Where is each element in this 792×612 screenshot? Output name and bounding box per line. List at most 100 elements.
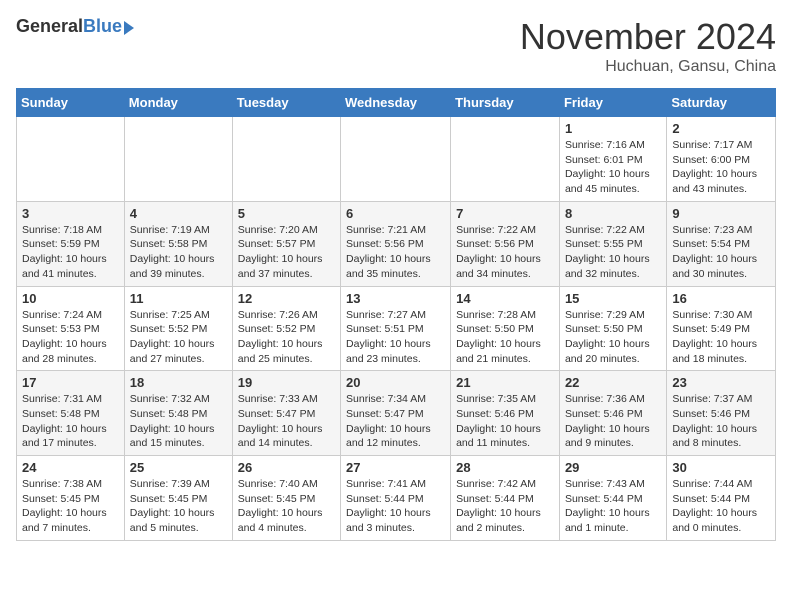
- day-number: 24: [22, 460, 119, 475]
- column-header-friday: Friday: [559, 89, 666, 117]
- calendar-cell: 9 Sunrise: 7:23 AM Sunset: 5:54 PM Daylig…: [667, 201, 776, 286]
- day-info: Sunrise: 7:32 AM Sunset: 5:48 PM Dayligh…: [130, 392, 227, 451]
- calendar-cell: 3Sunrise: 7:18 AM Sunset: 5:59 PM Daylig…: [17, 201, 125, 286]
- day-info: Sunrise: 7:37 AM Sunset: 5:46 PM Dayligh…: [672, 392, 770, 451]
- calendar-body: 1 Sunrise: 7:16 AM Sunset: 6:01 PM Daylig…: [17, 117, 776, 541]
- day-number: 18: [130, 375, 227, 390]
- day-info: Sunrise: 7:22 AM Sunset: 5:56 PM Dayligh…: [456, 223, 554, 282]
- day-number: 25: [130, 460, 227, 475]
- day-info: Sunrise: 7:41 AM Sunset: 5:44 PM Dayligh…: [346, 477, 445, 536]
- day-number: 30: [672, 460, 770, 475]
- location-subtitle: Huchuan, Gansu, China: [520, 58, 776, 76]
- logo: General Blue: [16, 16, 134, 37]
- calendar-cell: 24Sunrise: 7:38 AM Sunset: 5:45 PM Dayli…: [17, 456, 125, 541]
- week-row-5: 24Sunrise: 7:38 AM Sunset: 5:45 PM Dayli…: [17, 456, 776, 541]
- day-info: Sunrise: 7:21 AM Sunset: 5:56 PM Dayligh…: [346, 223, 445, 282]
- day-number: 9: [672, 206, 770, 221]
- calendar-cell: 26 Sunrise: 7:40 AM Sunset: 5:45 PM Dayli…: [232, 456, 340, 541]
- day-info: Sunrise: 7:17 AM Sunset: 6:00 PM Dayligh…: [672, 138, 770, 197]
- day-number: 6: [346, 206, 445, 221]
- day-number: 26: [238, 460, 335, 475]
- logo-arrow-icon: [124, 21, 134, 35]
- column-header-sunday: Sunday: [17, 89, 125, 117]
- day-number: 27: [346, 460, 445, 475]
- calendar-cell: 29 Sunrise: 7:43 AM Sunset: 5:44 PM Dayli…: [559, 456, 666, 541]
- calendar-cell: 25 Sunrise: 7:39 AM Sunset: 5:45 PM Dayli…: [124, 456, 232, 541]
- header-row: SundayMondayTuesdayWednesdayThursdayFrid…: [17, 89, 776, 117]
- week-row-2: 3Sunrise: 7:18 AM Sunset: 5:59 PM Daylig…: [17, 201, 776, 286]
- day-number: 17: [22, 375, 119, 390]
- logo-general-text: General: [16, 16, 83, 37]
- calendar-cell: 19 Sunrise: 7:33 AM Sunset: 5:47 PM Dayli…: [232, 371, 340, 456]
- day-number: 14: [456, 291, 554, 306]
- calendar-cell: [232, 117, 340, 202]
- calendar-cell: 1 Sunrise: 7:16 AM Sunset: 6:01 PM Daylig…: [559, 117, 666, 202]
- month-title: November 2024: [520, 16, 776, 58]
- day-info: Sunrise: 7:20 AM Sunset: 5:57 PM Dayligh…: [238, 223, 335, 282]
- calendar-cell: 28 Sunrise: 7:42 AM Sunset: 5:44 PM Dayli…: [451, 456, 560, 541]
- calendar-cell: 10 Sunrise: 7:24 AM Sunset: 5:53 PM Dayli…: [17, 286, 125, 371]
- column-header-wednesday: Wednesday: [341, 89, 451, 117]
- day-info: Sunrise: 7:29 AM Sunset: 5:50 PM Dayligh…: [565, 308, 661, 367]
- day-info: Sunrise: 7:33 AM Sunset: 5:47 PM Dayligh…: [238, 392, 335, 451]
- title-block: November 2024 Huchuan, Gansu, China: [520, 16, 776, 76]
- calendar-cell: 4 Sunrise: 7:19 AM Sunset: 5:58 PM Daylig…: [124, 201, 232, 286]
- day-number: 15: [565, 291, 661, 306]
- day-number: 28: [456, 460, 554, 475]
- calendar-header: SundayMondayTuesdayWednesdayThursdayFrid…: [17, 89, 776, 117]
- day-info: Sunrise: 7:35 AM Sunset: 5:46 PM Dayligh…: [456, 392, 554, 451]
- calendar-cell: 8Sunrise: 7:22 AM Sunset: 5:55 PM Daylig…: [559, 201, 666, 286]
- calendar-cell: 6 Sunrise: 7:21 AM Sunset: 5:56 PM Daylig…: [341, 201, 451, 286]
- day-info: Sunrise: 7:24 AM Sunset: 5:53 PM Dayligh…: [22, 308, 119, 367]
- calendar-cell: 2 Sunrise: 7:17 AM Sunset: 6:00 PM Daylig…: [667, 117, 776, 202]
- column-header-monday: Monday: [124, 89, 232, 117]
- day-number: 5: [238, 206, 335, 221]
- day-info: Sunrise: 7:26 AM Sunset: 5:52 PM Dayligh…: [238, 308, 335, 367]
- day-number: 13: [346, 291, 445, 306]
- calendar-cell: 18 Sunrise: 7:32 AM Sunset: 5:48 PM Dayli…: [124, 371, 232, 456]
- calendar-cell: 21 Sunrise: 7:35 AM Sunset: 5:46 PM Dayli…: [451, 371, 560, 456]
- day-number: 7: [456, 206, 554, 221]
- day-number: 21: [456, 375, 554, 390]
- calendar-cell: 11 Sunrise: 7:25 AM Sunset: 5:52 PM Dayli…: [124, 286, 232, 371]
- calendar-cell: 20Sunrise: 7:34 AM Sunset: 5:47 PM Dayli…: [341, 371, 451, 456]
- calendar-cell: 23 Sunrise: 7:37 AM Sunset: 5:46 PM Dayli…: [667, 371, 776, 456]
- day-number: 29: [565, 460, 661, 475]
- day-number: 4: [130, 206, 227, 221]
- day-info: Sunrise: 7:25 AM Sunset: 5:52 PM Dayligh…: [130, 308, 227, 367]
- day-number: 2: [672, 121, 770, 136]
- day-info: Sunrise: 7:44 AM Sunset: 5:44 PM Dayligh…: [672, 477, 770, 536]
- day-number: 23: [672, 375, 770, 390]
- day-number: 10: [22, 291, 119, 306]
- day-number: 19: [238, 375, 335, 390]
- page-header: General Blue November 2024 Huchuan, Gans…: [16, 16, 776, 76]
- day-info: Sunrise: 7:23 AM Sunset: 5:54 PM Dayligh…: [672, 223, 770, 282]
- calendar-cell: 27 Sunrise: 7:41 AM Sunset: 5:44 PM Dayli…: [341, 456, 451, 541]
- calendar-cell: 15 Sunrise: 7:29 AM Sunset: 5:50 PM Dayli…: [559, 286, 666, 371]
- day-info: Sunrise: 7:42 AM Sunset: 5:44 PM Dayligh…: [456, 477, 554, 536]
- day-number: 1: [565, 121, 661, 136]
- day-number: 11: [130, 291, 227, 306]
- day-info: Sunrise: 7:43 AM Sunset: 5:44 PM Dayligh…: [565, 477, 661, 536]
- calendar-cell: [341, 117, 451, 202]
- day-number: 12: [238, 291, 335, 306]
- day-info: Sunrise: 7:16 AM Sunset: 6:01 PM Dayligh…: [565, 138, 661, 197]
- day-number: 8: [565, 206, 661, 221]
- day-number: 16: [672, 291, 770, 306]
- day-info: Sunrise: 7:36 AM Sunset: 5:46 PM Dayligh…: [565, 392, 661, 451]
- calendar-cell: 7 Sunrise: 7:22 AM Sunset: 5:56 PM Daylig…: [451, 201, 560, 286]
- calendar-table: SundayMondayTuesdayWednesdayThursdayFrid…: [16, 88, 776, 541]
- calendar-cell: 13 Sunrise: 7:27 AM Sunset: 5:51 PM Dayli…: [341, 286, 451, 371]
- day-number: 22: [565, 375, 661, 390]
- day-info: Sunrise: 7:39 AM Sunset: 5:45 PM Dayligh…: [130, 477, 227, 536]
- calendar-cell: 16Sunrise: 7:30 AM Sunset: 5:49 PM Dayli…: [667, 286, 776, 371]
- calendar-cell: 17Sunrise: 7:31 AM Sunset: 5:48 PM Dayli…: [17, 371, 125, 456]
- week-row-1: 1 Sunrise: 7:16 AM Sunset: 6:01 PM Daylig…: [17, 117, 776, 202]
- calendar-cell: [17, 117, 125, 202]
- day-number: 3: [22, 206, 119, 221]
- day-info: Sunrise: 7:27 AM Sunset: 5:51 PM Dayligh…: [346, 308, 445, 367]
- column-header-thursday: Thursday: [451, 89, 560, 117]
- day-info: Sunrise: 7:40 AM Sunset: 5:45 PM Dayligh…: [238, 477, 335, 536]
- day-info: Sunrise: 7:28 AM Sunset: 5:50 PM Dayligh…: [456, 308, 554, 367]
- day-info: Sunrise: 7:19 AM Sunset: 5:58 PM Dayligh…: [130, 223, 227, 282]
